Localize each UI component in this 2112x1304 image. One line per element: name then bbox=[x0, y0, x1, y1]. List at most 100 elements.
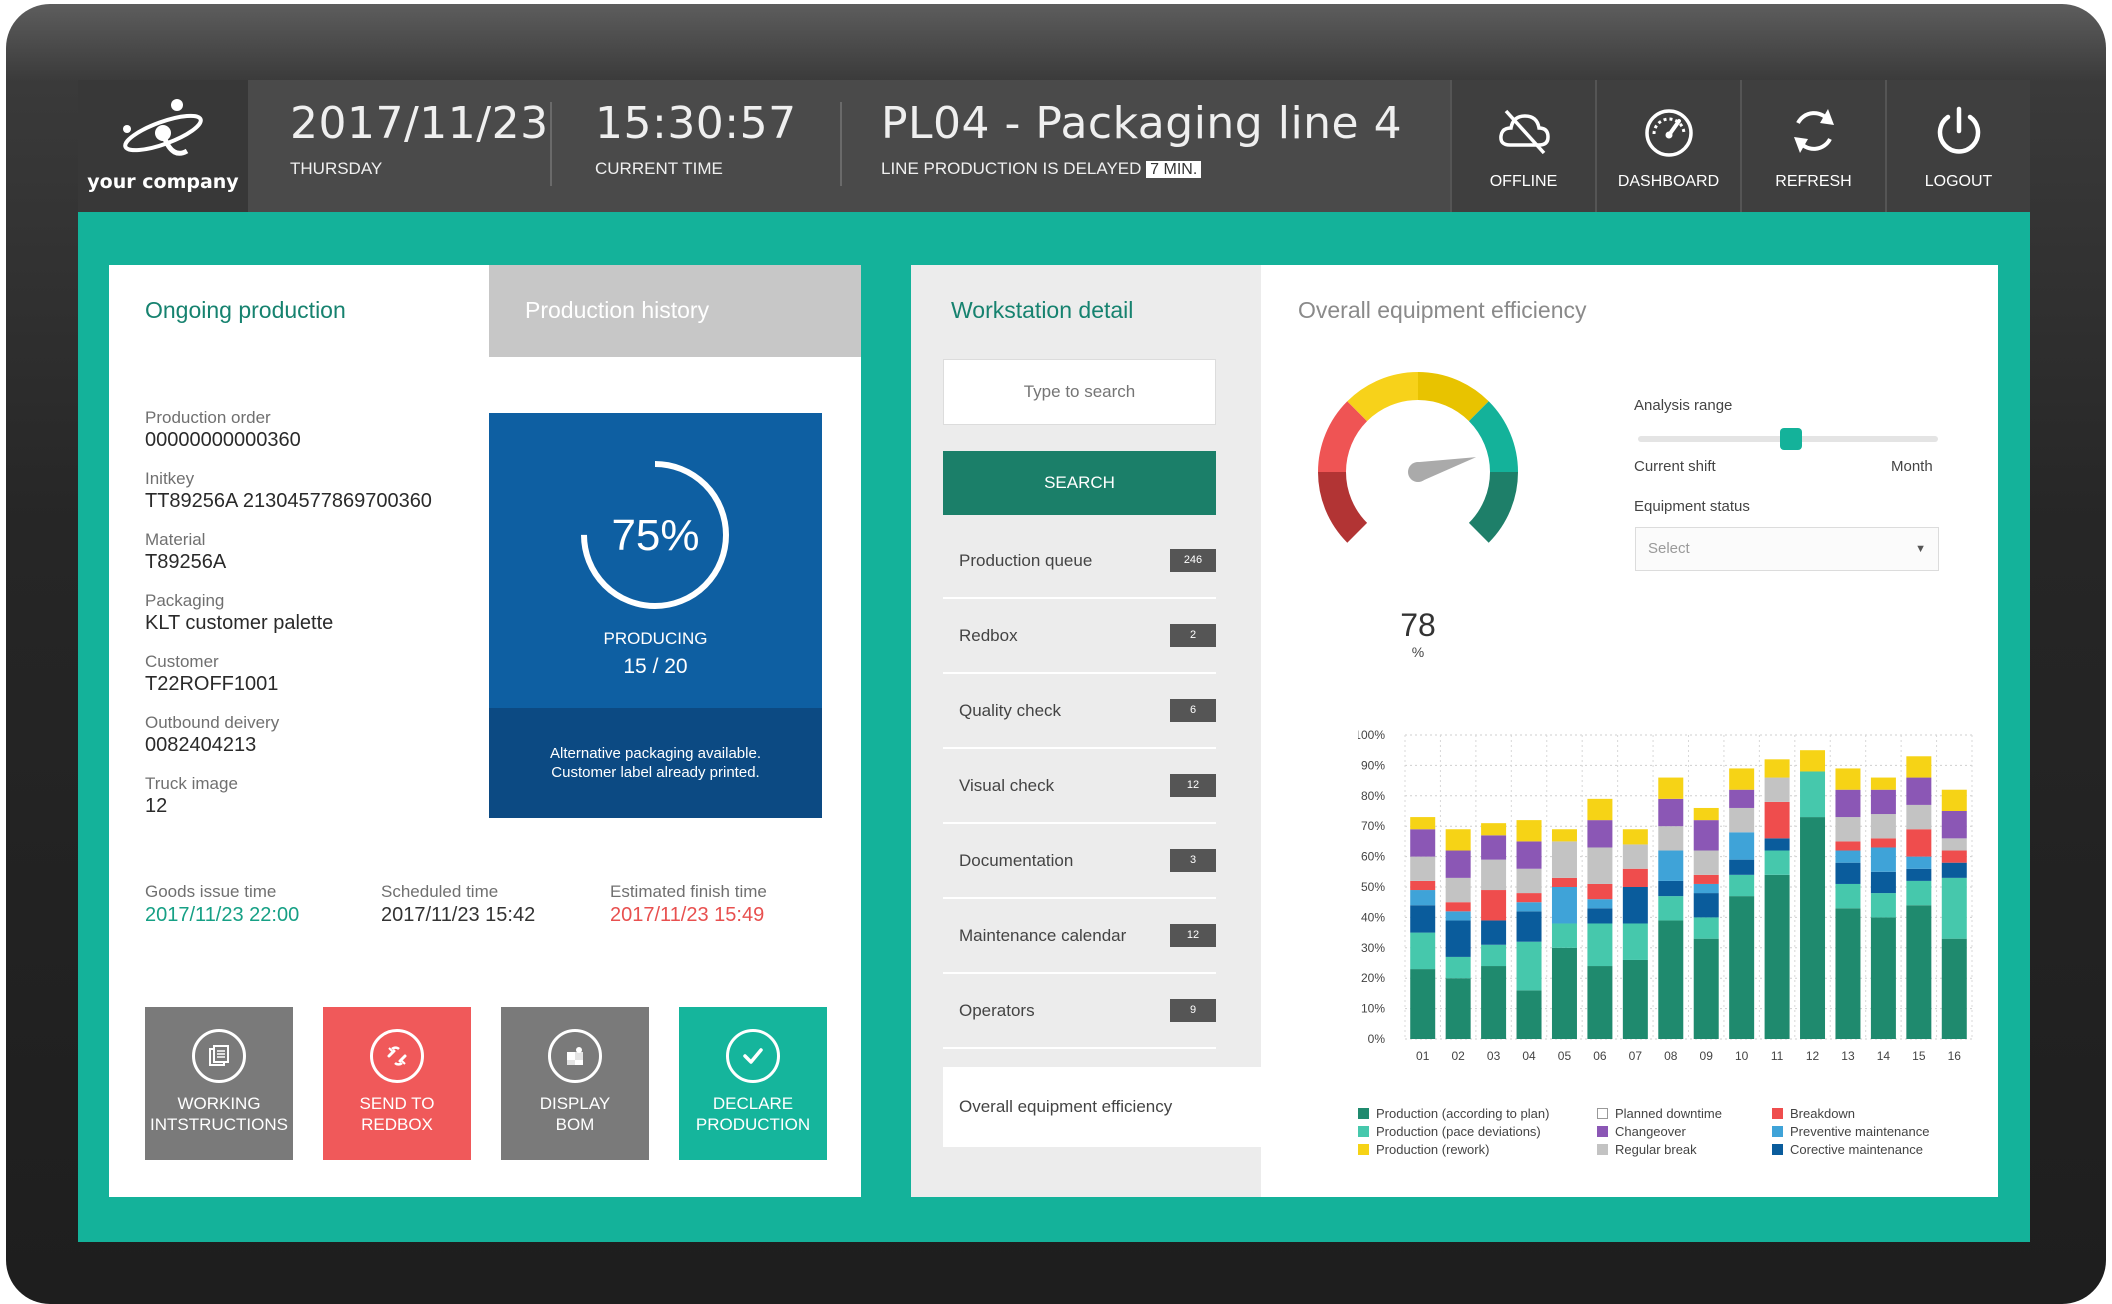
legend-label: Production (according to plan) bbox=[1376, 1106, 1550, 1121]
bar-segment bbox=[1410, 932, 1436, 970]
legend-label: Production (pace deviations) bbox=[1376, 1124, 1541, 1139]
delay-badge: 7 MIN. bbox=[1146, 161, 1202, 178]
action-label: SEND TO REDBOX bbox=[323, 1093, 471, 1135]
refresh-button[interactable]: REFRESH bbox=[1740, 80, 1885, 212]
company-name: your company bbox=[87, 171, 239, 193]
legend-item: Production (pace deviations) bbox=[1358, 1124, 1597, 1139]
bar-segment bbox=[1693, 874, 1719, 884]
bar-segment bbox=[1481, 944, 1507, 967]
bar-segment bbox=[1729, 807, 1755, 833]
current-date: 2017/11/23 bbox=[290, 98, 549, 149]
bar-segment bbox=[1587, 908, 1613, 924]
bar-segment bbox=[1835, 862, 1861, 884]
production-progress-card: 75% PRODUCING 15 / 20 Alternative packag… bbox=[489, 413, 822, 818]
bar-segment bbox=[1516, 941, 1542, 991]
line-block: PL04 - Packaging line 4 LINE PRODUCTION … bbox=[881, 98, 1402, 179]
field-value: T22ROFF1001 bbox=[145, 673, 279, 695]
ws-item-redbox[interactable]: Redbox 2 bbox=[943, 599, 1216, 674]
bar-segment bbox=[1764, 801, 1790, 839]
tab-production-history[interactable]: Production history bbox=[489, 265, 861, 357]
y-tick-label: 30% bbox=[1361, 941, 1385, 955]
legend-item: Changeover bbox=[1597, 1124, 1772, 1139]
bar-segment bbox=[1622, 844, 1648, 869]
field-packaging: Packaging KLT customer palette bbox=[145, 591, 432, 635]
bar-segment bbox=[1941, 938, 1967, 1039]
tab-ongoing-production[interactable]: Ongoing production bbox=[109, 265, 489, 357]
slider-handle[interactable] bbox=[1780, 428, 1802, 450]
bar-segment bbox=[1445, 850, 1471, 878]
y-tick-label: 90% bbox=[1361, 758, 1385, 772]
ws-item-operators[interactable]: Operators 9 bbox=[943, 974, 1216, 1049]
bar-segment bbox=[1906, 777, 1932, 805]
x-tick-label: 06 bbox=[1593, 1049, 1607, 1063]
bar-segment bbox=[1410, 817, 1436, 830]
time-label: CURRENT TIME bbox=[595, 159, 723, 178]
ws-item-maintenance-calendar[interactable]: Maintenance calendar 12 bbox=[943, 899, 1216, 974]
bar-segment bbox=[1622, 829, 1648, 845]
dashboard-button[interactable]: DASHBOARD bbox=[1595, 80, 1740, 212]
action-label-line: PRODUCTION bbox=[695, 1115, 811, 1134]
oee-value: 78 bbox=[1400, 607, 1436, 643]
display-bom-button[interactable]: DISPLAY BOM bbox=[501, 1007, 649, 1160]
production-panel: Ongoing production Production history Pr… bbox=[109, 265, 861, 1197]
legend-swatch bbox=[1358, 1144, 1369, 1155]
x-tick-label: 07 bbox=[1629, 1049, 1643, 1063]
bar-segment bbox=[1906, 868, 1932, 881]
bar-segment bbox=[1410, 829, 1436, 857]
bar-segment bbox=[1800, 750, 1826, 772]
logout-button[interactable]: LOGOUT bbox=[1885, 80, 2030, 212]
ws-item-production-queue[interactable]: Production queue 246 bbox=[943, 524, 1216, 599]
checkmark-icon bbox=[726, 1029, 780, 1083]
bar-segment bbox=[1551, 877, 1577, 887]
bar-segment bbox=[1729, 789, 1755, 808]
field-label: Outbound deivery bbox=[145, 713, 280, 732]
bar-segment bbox=[1410, 856, 1436, 881]
ws-item-documentation[interactable]: Documentation 3 bbox=[943, 824, 1216, 899]
equipment-status-select[interactable]: Select ▼ bbox=[1635, 527, 1939, 571]
range-max-label: Month bbox=[1891, 458, 1933, 475]
field-production-order: Production order 00000000000360 bbox=[145, 408, 432, 452]
bar-segment bbox=[1764, 777, 1790, 802]
time-label: Goods issue time bbox=[145, 882, 277, 901]
production-note: Alternative packaging available. Custome… bbox=[489, 708, 822, 818]
field-value: 00000000000360 bbox=[145, 429, 301, 451]
bar-segment bbox=[1941, 838, 1967, 851]
company-logo: your company bbox=[78, 80, 248, 212]
search-button[interactable]: SEARCH bbox=[943, 451, 1216, 515]
chart-legend: Production (according to plan) Planned do… bbox=[1358, 1106, 1988, 1157]
field-truck-image: Truck image 12 bbox=[145, 774, 432, 818]
bar-segment bbox=[1445, 956, 1471, 979]
count-badge: 2 bbox=[1170, 624, 1216, 647]
bar-segment bbox=[1906, 905, 1932, 1039]
search-input[interactable] bbox=[943, 359, 1216, 425]
order-info: Production order 00000000000360 Initkey … bbox=[145, 408, 432, 835]
y-tick-label: 80% bbox=[1361, 789, 1385, 803]
action-label-line: DECLARE bbox=[712, 1094, 794, 1113]
bar-segment bbox=[1941, 862, 1967, 878]
x-tick-label: 04 bbox=[1522, 1049, 1536, 1063]
field-label: Production order bbox=[145, 408, 271, 427]
count-badge: 3 bbox=[1170, 849, 1216, 872]
legend-item: Regular break bbox=[1597, 1142, 1772, 1157]
legend-swatch bbox=[1597, 1144, 1608, 1155]
y-tick-label: 40% bbox=[1361, 910, 1385, 924]
working-instructions-button[interactable]: WORKING INTSTRUCTIONS bbox=[145, 1007, 293, 1160]
action-label-line: DISPLAY bbox=[539, 1094, 611, 1113]
legend-label: Preventive maintenance bbox=[1790, 1124, 1930, 1139]
ws-item-overall-equipment-efficiency[interactable]: Overall equipment efficiency bbox=[943, 1067, 1261, 1147]
bar-segment bbox=[1870, 838, 1896, 848]
bar-segment bbox=[1658, 798, 1684, 827]
send-to-redbox-button[interactable]: SEND TO REDBOX bbox=[323, 1007, 471, 1160]
bar-segment bbox=[1587, 847, 1613, 884]
legend-item: Breakdown bbox=[1772, 1106, 1988, 1121]
bar-segment bbox=[1481, 835, 1507, 860]
bar-segment bbox=[1800, 771, 1826, 818]
delay-status: LINE PRODUCTION IS DELAYED 7 MIN. bbox=[881, 159, 1402, 179]
ws-item-quality-check[interactable]: Quality check 6 bbox=[943, 674, 1216, 749]
header-divider bbox=[840, 102, 842, 186]
ws-item-visual-check[interactable]: Visual check 12 bbox=[943, 749, 1216, 824]
offline-button[interactable]: OFFLINE bbox=[1450, 80, 1595, 212]
declare-production-button[interactable]: DECLARE PRODUCTION bbox=[679, 1007, 827, 1160]
note-line: Customer label already printed. bbox=[551, 764, 760, 781]
bar-segment bbox=[1729, 896, 1755, 1039]
